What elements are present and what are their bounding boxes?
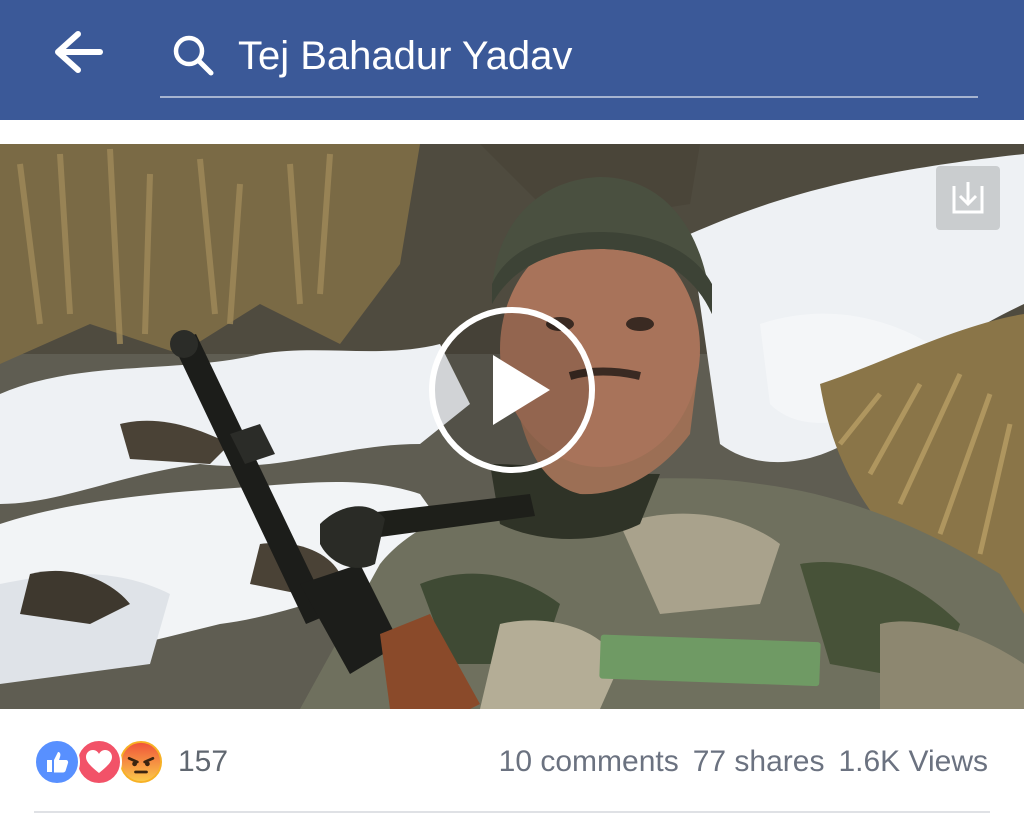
- search-icon: [170, 32, 216, 78]
- shares-count-link[interactable]: 77 shares: [693, 745, 825, 779]
- divider: [34, 811, 990, 813]
- video-player[interactable]: [0, 144, 1024, 709]
- love-reaction-icon: [76, 739, 122, 785]
- play-button[interactable]: [427, 305, 597, 475]
- reactions-summary[interactable]: 157: [34, 738, 228, 786]
- search-box: [160, 22, 978, 98]
- arrow-left-icon: [55, 31, 103, 73]
- like-reaction-icon: [34, 739, 80, 785]
- views-count: 1.6K Views: [838, 745, 988, 778]
- search-input[interactable]: [238, 28, 958, 84]
- post-stats: 10 comments 77 shares 1.6K Views: [499, 740, 988, 784]
- comments-count-link[interactable]: 10 comments: [499, 745, 679, 779]
- play-circle-icon: [429, 307, 595, 473]
- header-gap: [0, 120, 1024, 144]
- download-icon: [952, 182, 984, 214]
- angry-reaction-icon: [118, 739, 164, 785]
- back-button[interactable]: [46, 24, 110, 80]
- download-button[interactable]: [936, 166, 1000, 230]
- search-header-bar: [0, 0, 1024, 120]
- reaction-count: 157: [178, 745, 229, 778]
